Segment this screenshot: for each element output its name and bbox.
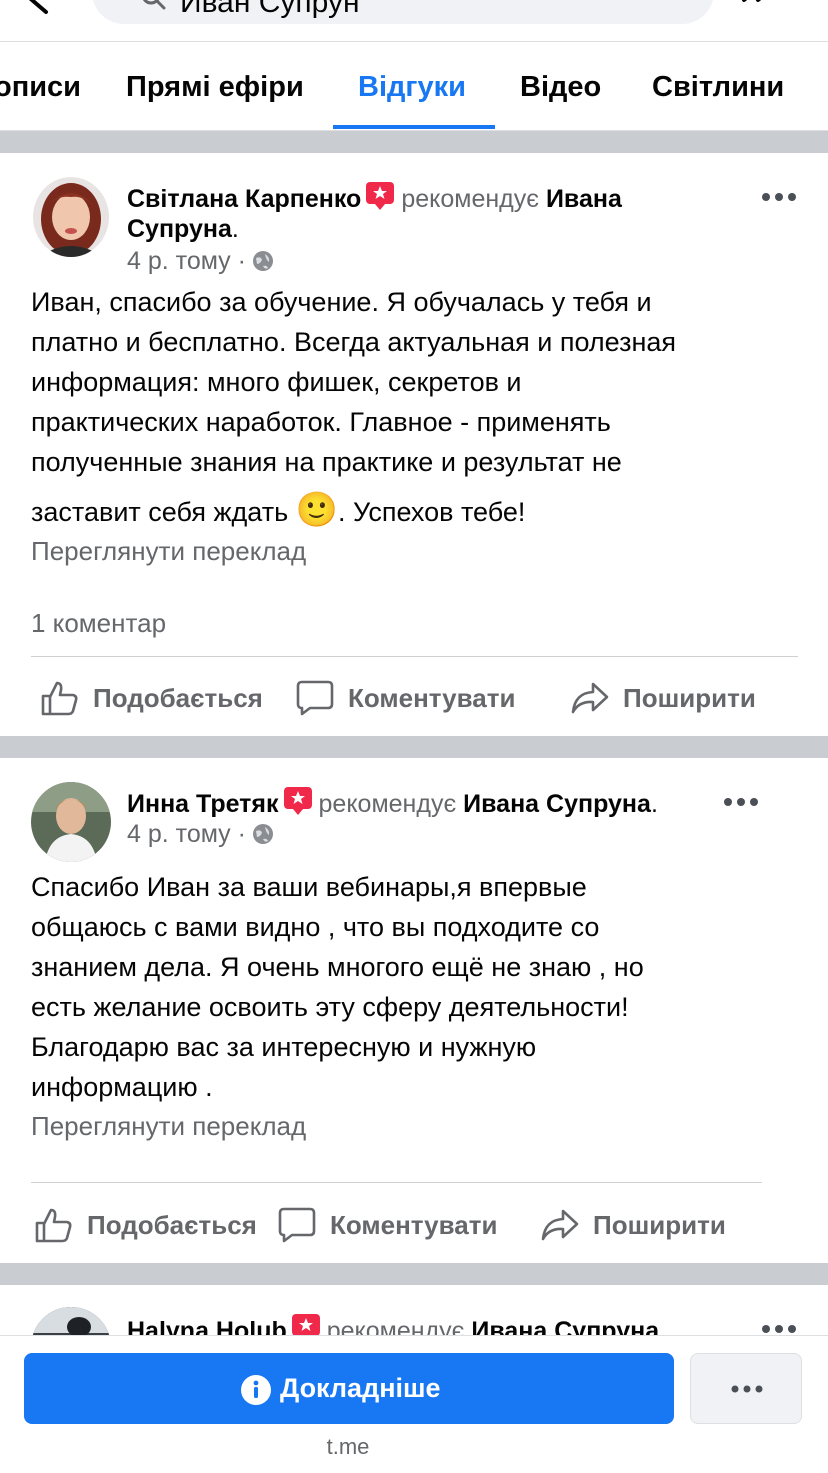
more-options-icon [731, 1385, 763, 1393]
review-card: Світлана Карпенко рекомендує Ивана Супруна… [0, 153, 828, 736]
separator-dot: · [237, 820, 246, 848]
punctuation: . [231, 215, 239, 243]
recommended-page-cont[interactable]: Супруна [127, 215, 232, 243]
review-text-line: информация: много фишек, секретов и [31, 367, 522, 397]
review-card: Инна Третяк рекомендує Ивана Супруна. 4 р… [0, 758, 828, 1263]
tab-posts[interactable]: описи [0, 42, 81, 128]
actions-separator [31, 656, 798, 657]
share-button[interactable]: Поширити [541, 1205, 751, 1245]
share-button[interactable]: Поширити [571, 678, 781, 718]
like-button[interactable]: Подобається [35, 1205, 275, 1245]
comment-button[interactable]: Коментувати [296, 678, 546, 718]
author-name[interactable]: Инна Третяк [127, 790, 279, 818]
review-header: Инна Третяк рекомендує Ивана Супруна. [127, 786, 727, 819]
review-text-part: . Успехов тебе! [338, 497, 526, 527]
review-text-line: Иван, спасибо за обучение. Я обучалась у… [31, 287, 652, 317]
review-text-line: знанием дела. Я очень многого ещё не зна… [31, 952, 644, 982]
globe-icon [252, 251, 273, 271]
review-text-line: заставит себя ждать 🙂. Успехов тебе! [31, 490, 811, 532]
tab-video[interactable]: Відео [520, 42, 601, 128]
feed-divider [0, 1263, 828, 1285]
comment-icon [296, 680, 334, 716]
smile-emoji: 🙂 [295, 491, 339, 529]
bottom-action-bar: Докладніше t.me [0, 1335, 828, 1473]
share-label: Поширити [593, 1210, 726, 1240]
recommended-page[interactable]: Ивана Супруна [471, 1317, 659, 1335]
review-text-line: информацию . [31, 1072, 213, 1102]
review-text-line: Благодарю вас за интересную и нужную [31, 1032, 537, 1062]
see-translation-link[interactable]: Переглянути переклад [31, 536, 306, 567]
feed-divider [0, 736, 828, 758]
active-tab-indicator [333, 125, 495, 129]
avatar[interactable] [33, 177, 109, 257]
review-text: Иван, спасибо за обучение. Я обучалась у… [31, 282, 811, 532]
comment-count[interactable]: 1 коментар [31, 608, 166, 639]
share-label: Поширити [623, 683, 756, 713]
review-text-line: платно и бесплатно. Всегда актуальная и … [31, 327, 676, 357]
link-domain: t.me [326, 1434, 370, 1459]
more-options-icon[interactable] [722, 795, 762, 809]
search-query[interactable]: Иван Супрун [180, 0, 360, 20]
recommended-page[interactable]: Ивана [546, 185, 622, 213]
learn-more-label: Докладніше [280, 1373, 441, 1403]
punctuation: . [650, 790, 658, 818]
info-icon [241, 1375, 271, 1405]
timestamp[interactable]: 4 р. тому [127, 247, 231, 275]
more-options-icon[interactable] [760, 190, 800, 204]
recommend-icon [283, 787, 312, 815]
actions-separator [31, 1182, 762, 1183]
more-button[interactable] [690, 1353, 802, 1424]
review-text-line: есть желание освоить эту сферу деятельно… [31, 992, 629, 1022]
back-arrow-icon[interactable] [20, 0, 60, 16]
recommend-icon [366, 182, 395, 210]
post-time: 4 р. тому · [127, 820, 274, 849]
share-icon[interactable] [738, 0, 782, 12]
recommends-text: рекомендує [401, 185, 539, 213]
globe-icon [252, 824, 273, 844]
timestamp[interactable]: 4 р. тому [127, 820, 231, 848]
comment-label: Коментувати [348, 683, 516, 713]
top-bar: Иван Супрун [0, 0, 828, 40]
review-header: Світлана Карпенко рекомендує Ивана Супруна… [127, 181, 747, 244]
see-translation-link[interactable]: Переглянути переклад [31, 1111, 306, 1142]
review-card: Halyna Holub рекомендує Ивана Супруна. [0, 1285, 828, 1335]
review-text-line: полученные знания на практике и результа… [31, 447, 622, 477]
recommends-text: рекомендує [326, 1317, 465, 1335]
tab-reviews[interactable]: Відгуки [358, 42, 466, 128]
more-options-icon[interactable] [760, 1322, 800, 1335]
like-label: Подобається [93, 683, 263, 713]
separator-dot: · [237, 247, 246, 275]
like-button[interactable]: Подобається [41, 678, 281, 718]
review-text-part: заставит себя ждать [31, 497, 289, 527]
tab-photos[interactable]: Світлини [652, 42, 784, 128]
comment-icon [278, 1207, 316, 1243]
recommend-icon [291, 1314, 320, 1335]
review-text-line: общаюсь с вами видно , что вы подходите … [31, 912, 600, 942]
avatar[interactable] [31, 1307, 111, 1335]
search-icon [142, 0, 166, 10]
comment-button[interactable]: Коментувати [278, 1205, 528, 1245]
punctuation: . [659, 1317, 667, 1335]
recommended-page[interactable]: Ивана Супруна [463, 790, 651, 818]
post-time: 4 р. тому · [127, 247, 274, 276]
like-icon [35, 1208, 72, 1243]
tab-live[interactable]: Прямі ефіри [126, 42, 304, 128]
author-name[interactable]: Світлана Карпенко [127, 185, 361, 213]
like-icon [41, 681, 78, 716]
comment-label: Коментувати [330, 1210, 498, 1240]
review-text: Спасибо Иван за ваши вебинары,я впервые … [31, 867, 791, 1107]
review-text-line: практических наработок. Главное - примен… [31, 407, 611, 437]
share-arrow-icon [541, 1209, 579, 1241]
recommends-text: рекомендує [318, 790, 457, 818]
profile-tabs: описи Прямі ефіри Відгуки Відео Світлини [0, 41, 828, 131]
feed-divider [0, 131, 828, 153]
author-name[interactable]: Halyna Holub [127, 1317, 287, 1335]
avatar[interactable] [31, 782, 111, 862]
review-text-line: Спасибо Иван за ваши вебинары,я впервые [31, 872, 587, 902]
share-arrow-icon [571, 682, 609, 714]
review-header: Halyna Holub рекомендує Ивана Супруна. [127, 1313, 747, 1335]
learn-more-button[interactable]: Докладніше [24, 1353, 674, 1424]
like-label: Подобається [87, 1210, 257, 1240]
